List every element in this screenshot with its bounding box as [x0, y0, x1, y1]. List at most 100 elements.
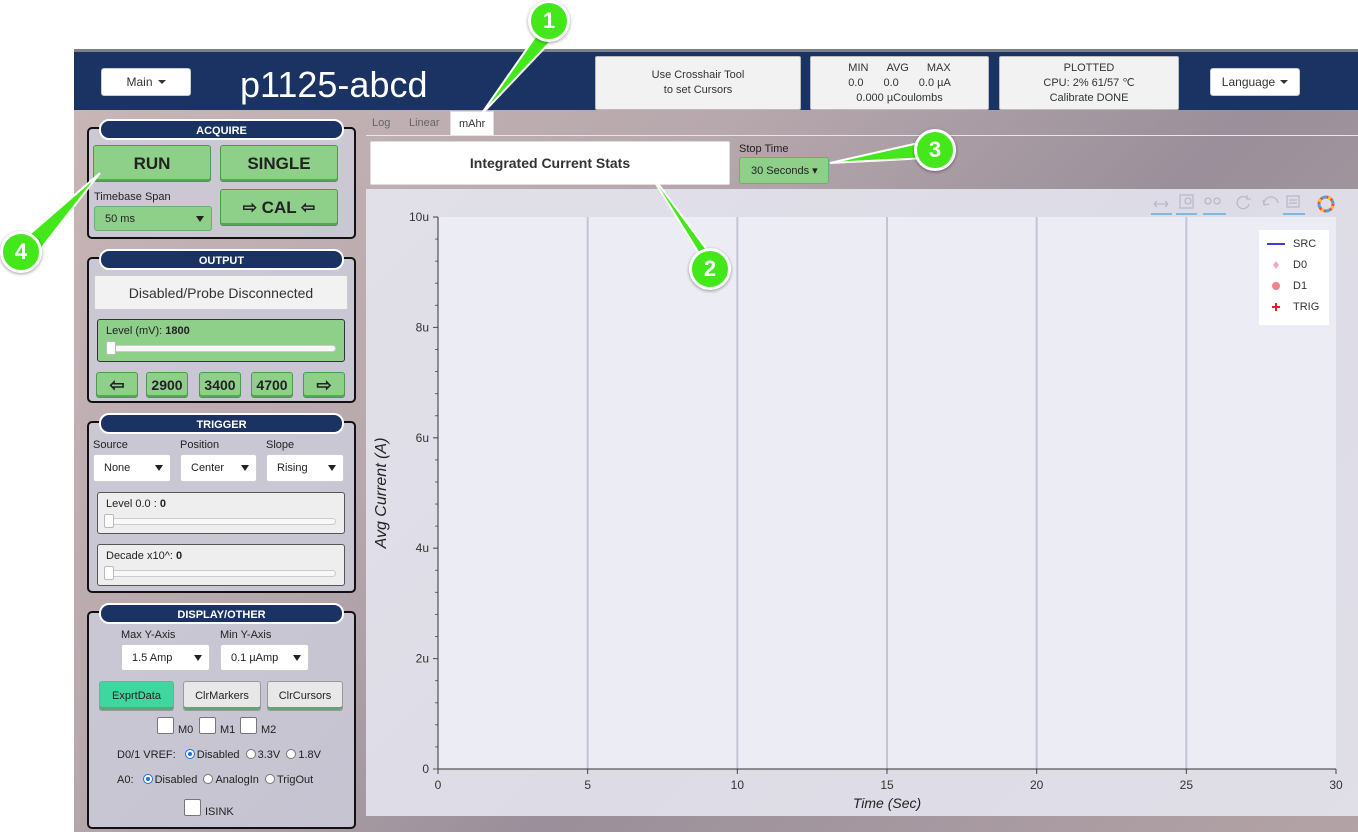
refresh-icon[interactable]: [1236, 195, 1251, 210]
export-data-button[interactable]: ExprtData: [99, 681, 174, 711]
single-button[interactable]: SINGLE: [220, 145, 338, 182]
legend-item[interactable]: D0: [1267, 259, 1307, 271]
slope-value: Rising: [277, 462, 308, 474]
preset-2900-button[interactable]: 2900: [146, 372, 188, 398]
preset-4700-button[interactable]: 4700: [251, 372, 293, 398]
y-axis-title: Avg Current (A): [373, 438, 390, 550]
stop-time-label: Stop Time: [739, 143, 789, 155]
undo-icon[interactable]: [1262, 196, 1279, 206]
comment-icon[interactable]: [1283, 195, 1305, 215]
diamond-swatch-icon: [1273, 261, 1279, 269]
timebase-select[interactable]: 50 ms: [94, 206, 212, 231]
tab-mahr[interactable]: mAhr: [450, 111, 495, 135]
max-value: 0.0 µA: [918, 76, 951, 89]
isink-checkbox[interactable]: [184, 799, 201, 816]
legend-label: SRC: [1293, 238, 1317, 250]
decrease-arrow-button[interactable]: ⇦: [96, 372, 138, 398]
tab-log[interactable]: Log: [372, 111, 390, 135]
decade-label: Decade x10^:: [106, 550, 176, 562]
plotly-logo-icon[interactable]: [1317, 195, 1335, 213]
zoom-icon[interactable]: [1176, 194, 1197, 215]
language-menu-label: Language: [1221, 75, 1276, 89]
min-y-label: Min Y-Axis: [220, 629, 272, 641]
decade-value: 0: [175, 550, 183, 562]
output-panel: OUTPUT Disabled/Probe Disconnected Level…: [87, 249, 356, 403]
a0-label: A0:: [117, 774, 134, 786]
decade-thumb[interactable]: [104, 566, 114, 580]
callout-3-badge: 3: [914, 129, 956, 171]
vref-3v3-radio[interactable]: [245, 749, 256, 759]
min-value: 0.0: [848, 76, 864, 89]
main-menu-label: Main: [126, 75, 153, 89]
min-y-select[interactable]: 0.1 µAmp: [220, 644, 309, 671]
x-tick-label: 0: [435, 778, 442, 792]
trigger-level-slider[interactable]: [106, 518, 336, 525]
clear-markers-button[interactable]: ClrMarkers: [183, 681, 261, 711]
min-y-value: 0.1 µAmp: [231, 651, 279, 664]
m0-checkbox[interactable]: [157, 717, 174, 734]
tab-linear[interactable]: Linear: [409, 111, 440, 135]
autoscale-icon[interactable]: [1203, 197, 1226, 215]
legend-label: TRIG: [1293, 301, 1320, 313]
decade-slider[interactable]: [106, 570, 336, 577]
stop-time-select[interactable]: 30 Seconds ▾: [739, 157, 829, 184]
m1-checkbox[interactable]: [199, 717, 216, 734]
trigger-level-text: Level 0.0 : 0: [106, 498, 166, 510]
increase-arrow-button[interactable]: ⇨: [303, 372, 345, 398]
dropdown-arrow-icon: [194, 654, 202, 661]
source-select[interactable]: None: [93, 454, 171, 482]
legend-item[interactable]: SRC: [1267, 238, 1316, 250]
position-value: Center: [191, 462, 225, 474]
status-calibrate: Calibrate DONE: [1049, 91, 1129, 104]
app-window: Main p1125-abcd Use Crosshair Tool to se…: [74, 49, 1358, 832]
cal-button[interactable]: ⇨ CAL ⇦: [220, 189, 338, 226]
x-tick-label: 5: [584, 778, 591, 792]
pan-icon[interactable]: [1151, 200, 1172, 215]
legend-label: D1: [1293, 280, 1308, 292]
callout-1-badge: 1: [528, 0, 570, 42]
output-level-thumb[interactable]: [106, 341, 116, 355]
dropdown-arrow-icon: [155, 465, 163, 471]
avg-current-chart[interactable]: 0 5 10 15 20 25 30 0 2u 4u 6u 8u 10u Time (Sec) Avg Cu…: [366, 189, 1358, 816]
position-select[interactable]: Center: [180, 454, 257, 482]
main-menu-button[interactable]: Main: [101, 68, 191, 96]
vref-3v3-label: 3.3V: [257, 749, 281, 761]
run-button[interactable]: RUN: [93, 145, 211, 182]
legend-label: D0: [1293, 259, 1308, 271]
a0-trigout-radio[interactable]: [264, 774, 275, 784]
callout-4-badge: 4: [0, 231, 42, 273]
circle-swatch-icon: [1272, 282, 1280, 290]
vref-1v8-radio[interactable]: [286, 749, 297, 759]
vref-1v8-label: 1.8V: [298, 749, 321, 761]
status-plotted: PLOTTED: [1063, 61, 1115, 74]
source-value: None: [104, 462, 131, 474]
output-level-text: Level (mV): 1800: [106, 325, 190, 337]
output-status: Disabled/Probe Disconnected: [94, 275, 348, 310]
max-y-label: Max Y-Axis: [121, 629, 176, 641]
output-level-slider[interactable]: [106, 345, 336, 352]
m2-checkbox[interactable]: [240, 717, 257, 734]
chart-legend: SRC D0 D1 TRIG: [1259, 230, 1329, 325]
legend-item[interactable]: TRIG: [1267, 301, 1319, 313]
a0-analogin-radio[interactable]: [203, 774, 214, 784]
y-tick-label: 8u: [416, 320, 429, 334]
x-tick-label: 30: [1329, 778, 1343, 792]
a0-disabled-radio[interactable]: [142, 774, 153, 784]
clear-cursors-button[interactable]: ClrCursors: [267, 681, 343, 711]
top-bar: Main p1125-abcd Use Crosshair Tool to se…: [74, 49, 1358, 110]
source-label: Source: [93, 439, 128, 451]
trigger-level-thumb[interactable]: [104, 514, 114, 528]
max-label: MAX: [926, 61, 951, 74]
status-cpu: CPU: 2% 61/57 ℃: [1043, 76, 1135, 89]
slope-select[interactable]: Rising: [266, 454, 344, 482]
vref-disabled-radio[interactable]: [184, 749, 195, 759]
x-tick-label: 10: [731, 778, 745, 792]
max-y-select[interactable]: 1.5 Amp: [121, 644, 210, 671]
legend-item[interactable]: D1: [1267, 280, 1307, 292]
a0-trigout-label: TrigOut: [276, 774, 314, 786]
preset-3400-button[interactable]: 3400: [199, 372, 241, 398]
avg-label: AVG: [886, 61, 909, 74]
tab-divider: [366, 135, 1358, 136]
integrated-current-stats-button[interactable]: Integrated Current Stats: [370, 141, 730, 185]
language-menu-button[interactable]: Language: [1210, 68, 1300, 96]
